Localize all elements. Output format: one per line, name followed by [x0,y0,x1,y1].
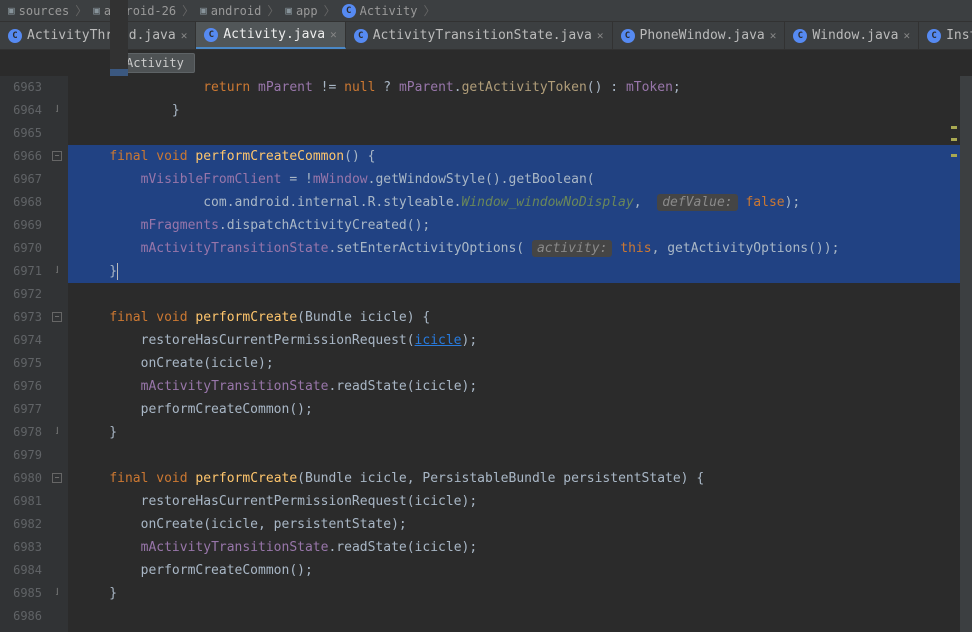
code-line[interactable]: performCreateCommon(); [68,559,972,582]
code-line[interactable] [68,605,972,628]
breadcrumb-android[interactable]: ▣android [198,4,263,18]
code-area[interactable]: return mParent != null ? mParent.getActi… [68,76,972,632]
line-number: 6985 [0,582,42,605]
tab-window[interactable]: CWindow.java✕ [785,22,919,49]
code-line[interactable]: } [68,99,972,122]
class-icon: C [354,29,368,43]
line-number: 6968 [0,191,42,214]
line-number: 6965 [0,122,42,145]
code-line[interactable]: final void performCreate(Bundle icicle, … [68,467,972,490]
line-number: 6971 [0,260,42,283]
close-icon[interactable]: ✕ [903,29,910,42]
class-context-bar: Activity [0,50,972,76]
line-number: 6980 [0,467,42,490]
fold-end-icon: ⌋ [52,427,62,437]
line-number: 6970 [0,237,42,260]
tab-activity[interactable]: CActivity.java✕ [196,22,345,49]
code-line[interactable]: com.android.internal.R.styleable.Window_… [68,191,972,214]
fold-gutter: ⌋ − ⌋ − ⌋ − ⌋ [48,76,68,632]
line-number: 6967 [0,168,42,191]
line-number: 6977 [0,398,42,421]
folder-icon: ▣ [93,4,100,17]
editor-tabs: CActivityThread.java✕ CActivity.java✕ CA… [0,22,972,50]
fold-end-icon: ⌋ [52,105,62,115]
breadcrumb-activity[interactable]: CActivity [340,4,420,18]
code-line[interactable]: mActivityTransitionState.readState(icicl… [68,375,972,398]
code-line[interactable] [68,122,972,145]
code-line[interactable]: mActivityTransitionState.readState(icicl… [68,536,972,559]
code-line[interactable]: final void performCreate(Bundle icicle) … [68,306,972,329]
breadcrumb-bar: ▣sources 〉 ▣android-26 〉 ▣android 〉 ▣app… [0,0,972,22]
line-number: 6973 [0,306,42,329]
line-number: 6979 [0,444,42,467]
class-icon: C [793,29,807,43]
folder-icon: ▣ [200,4,207,17]
line-number: 6963 [0,76,42,99]
line-number: 6969 [0,214,42,237]
line-number: 6986 [0,605,42,628]
tab-activitytransitionstate[interactable]: CActivityTransitionState.java✕ [346,22,613,49]
class-icon: C [342,4,356,18]
line-number: 6972 [0,283,42,306]
code-line[interactable] [68,283,972,306]
line-number: 6976 [0,375,42,398]
fold-toggle-icon[interactable]: − [52,151,62,161]
code-line[interactable]: onCreate(icicle, persistentState); [68,513,972,536]
breadcrumb-sources[interactable]: ▣sources [6,4,71,18]
line-number: 6981 [0,490,42,513]
code-line[interactable]: mFragments.dispatchActivityCreated(); [68,214,972,237]
code-line[interactable]: mVisibleFromClient = !mWindow.getWindowS… [68,168,972,191]
code-line[interactable]: mActivityTransitionState.setEnterActivit… [68,237,972,260]
class-icon: C [621,29,635,43]
line-number-gutter: 6963696469656966696769686969697069716972… [0,76,48,632]
breadcrumb-android26[interactable]: ▣android-26 [91,4,178,18]
code-line[interactable]: return mParent != null ? mParent.getActi… [68,76,972,99]
fold-end-icon: ⌋ [52,588,62,598]
class-icon: C [204,28,218,42]
close-icon[interactable]: ✕ [330,28,337,41]
tab-instrumentation[interactable]: CInstrumentation.java✕ [919,22,972,49]
line-number: 6983 [0,536,42,559]
line-number: 6975 [0,352,42,375]
tab-activitythread[interactable]: CActivityThread.java✕ [0,22,196,49]
code-line[interactable]: restoreHasCurrentPermissionRequest(icicl… [68,490,972,513]
line-number: 6982 [0,513,42,536]
fold-toggle-icon[interactable]: − [52,312,62,322]
tab-phonewindow[interactable]: CPhoneWindow.java✕ [613,22,786,49]
close-icon[interactable]: ✕ [597,29,604,42]
warning-strip[interactable] [950,76,960,632]
code-line[interactable]: onCreate(icicle); [68,352,972,375]
folder-icon: ▣ [8,4,15,17]
scrollbar-vertical[interactable] [960,76,972,632]
code-line[interactable]: } [68,582,972,605]
line-number: 6978 [0,421,42,444]
line-number: 6984 [0,559,42,582]
folder-icon: ▣ [285,4,292,17]
line-number: 6966 [0,145,42,168]
fold-end-icon: ⌋ [52,266,62,276]
code-line[interactable]: final void performCreateCommon() { [68,145,972,168]
breadcrumb-separator: 〉 [75,2,87,19]
line-number: 6964 [0,99,42,122]
fold-toggle-icon[interactable]: − [52,473,62,483]
code-line[interactable] [68,444,972,467]
code-line[interactable]: } [68,260,972,283]
code-editor[interactable]: 6963696469656966696769686969697069716972… [0,76,972,632]
line-number: 6974 [0,329,42,352]
code-line[interactable]: performCreateCommon(); [68,398,972,421]
class-icon: C [8,29,22,43]
close-icon[interactable]: ✕ [770,29,777,42]
code-line[interactable]: restoreHasCurrentPermissionRequest(icicl… [68,329,972,352]
class-icon: C [927,29,941,43]
code-line[interactable]: } [68,421,972,444]
close-icon[interactable]: ✕ [181,29,188,42]
breadcrumb-app[interactable]: ▣app [283,4,319,18]
